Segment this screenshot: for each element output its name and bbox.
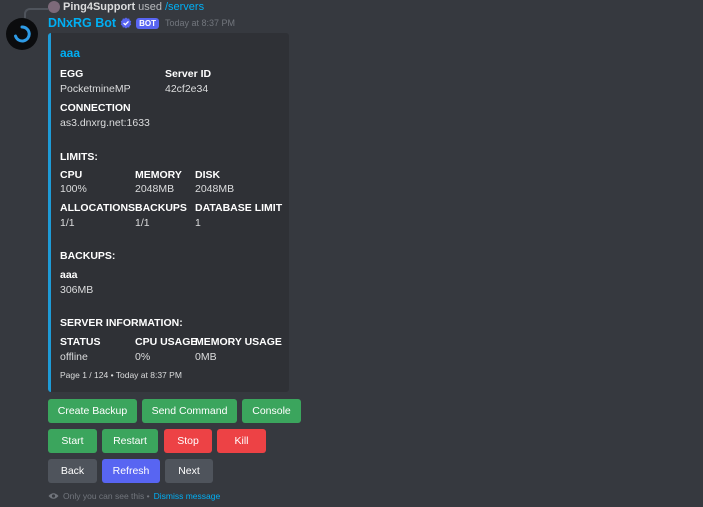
cpu-usage-value: 0% [135,351,151,363]
cpu-value: 100% [60,183,87,195]
start-button[interactable]: Start [48,429,97,453]
send-command-button[interactable]: Send Command [142,399,237,423]
connection-value: as3.dnxrg.net:1633 [60,117,150,129]
memory-value: 2048MB [135,183,175,195]
next-button[interactable]: Next [165,459,213,483]
author-name[interactable]: DNxRG Bot [48,16,116,30]
database-limit-value: 1 [195,217,201,229]
reply-action-text: used [138,1,162,13]
restart-button[interactable]: Restart [102,429,158,453]
memory-usage-value: 0MB [195,351,217,363]
embed-footer: Page 1 / 124 • Today at 8:37 PM [60,370,182,380]
memory-usage-label: MEMORY USAGE [195,336,282,348]
console-button[interactable]: Console [242,399,301,423]
backups-limit-value: 1/1 [135,217,150,229]
eye-icon [48,493,59,499]
backup-name: aaa [60,269,78,281]
memory-label: MEMORY [135,169,182,181]
backups-limit-label: BACKUPS [135,202,187,214]
cpu-label: CPU [60,169,83,181]
server-id-value: 42cf2e34 [165,83,209,95]
egg-label: EGG [60,68,84,80]
disk-label: DISK [195,169,221,181]
message-timestamp: Today at 8:37 PM [164,18,235,28]
bot-avatar[interactable] [6,18,38,50]
backup-size: 306MB [60,284,94,296]
command-reply-context[interactable]: Ping4Support used /servers [48,0,204,14]
message-header: DNxRG Bot BOT Today at 8:37 PM [48,15,235,31]
bot-logo-icon [14,25,31,43]
embed-title[interactable]: aaa [60,46,80,60]
dismiss-message-link[interactable]: Dismiss message [154,491,221,501]
allocations-label: ALLOCATIONS [60,202,136,214]
database-limit-label: DATABASE LIMIT [195,202,283,214]
limits-heading: LIMITS: [60,151,98,163]
disk-value: 2048MB [195,183,235,195]
ephemeral-notice: Only you can see this • Dismiss message [48,491,220,501]
stop-button[interactable]: Stop [164,429,212,453]
verified-badge-icon [120,17,132,29]
server-embed: aaa EGG PocketmineMP Server ID 42cf2e34 … [48,33,289,392]
ephemeral-text: Only you can see this • [63,491,150,501]
create-backup-button[interactable]: Create Backup [48,399,137,423]
server-id-label: Server ID [165,68,212,80]
kill-button[interactable]: Kill [217,429,266,453]
back-button[interactable]: Back [48,459,97,483]
reply-avatar[interactable] [48,1,60,13]
connection-label: CONNECTION [60,102,131,114]
refresh-button[interactable]: Refresh [102,459,160,483]
bot-tag: BOT [136,17,159,29]
allocations-value: 1/1 [60,217,75,229]
status-value: offline [60,351,88,363]
cpu-usage-label: CPU USAGE [135,336,198,348]
server-info-heading: SERVER INFORMATION: [60,317,183,329]
reply-command[interactable]: /servers [165,1,204,13]
backups-heading: BACKUPS: [60,250,116,262]
status-label: STATUS [60,336,101,348]
reply-username[interactable]: Ping4Support [63,1,135,13]
egg-value: PocketmineMP [60,83,131,95]
